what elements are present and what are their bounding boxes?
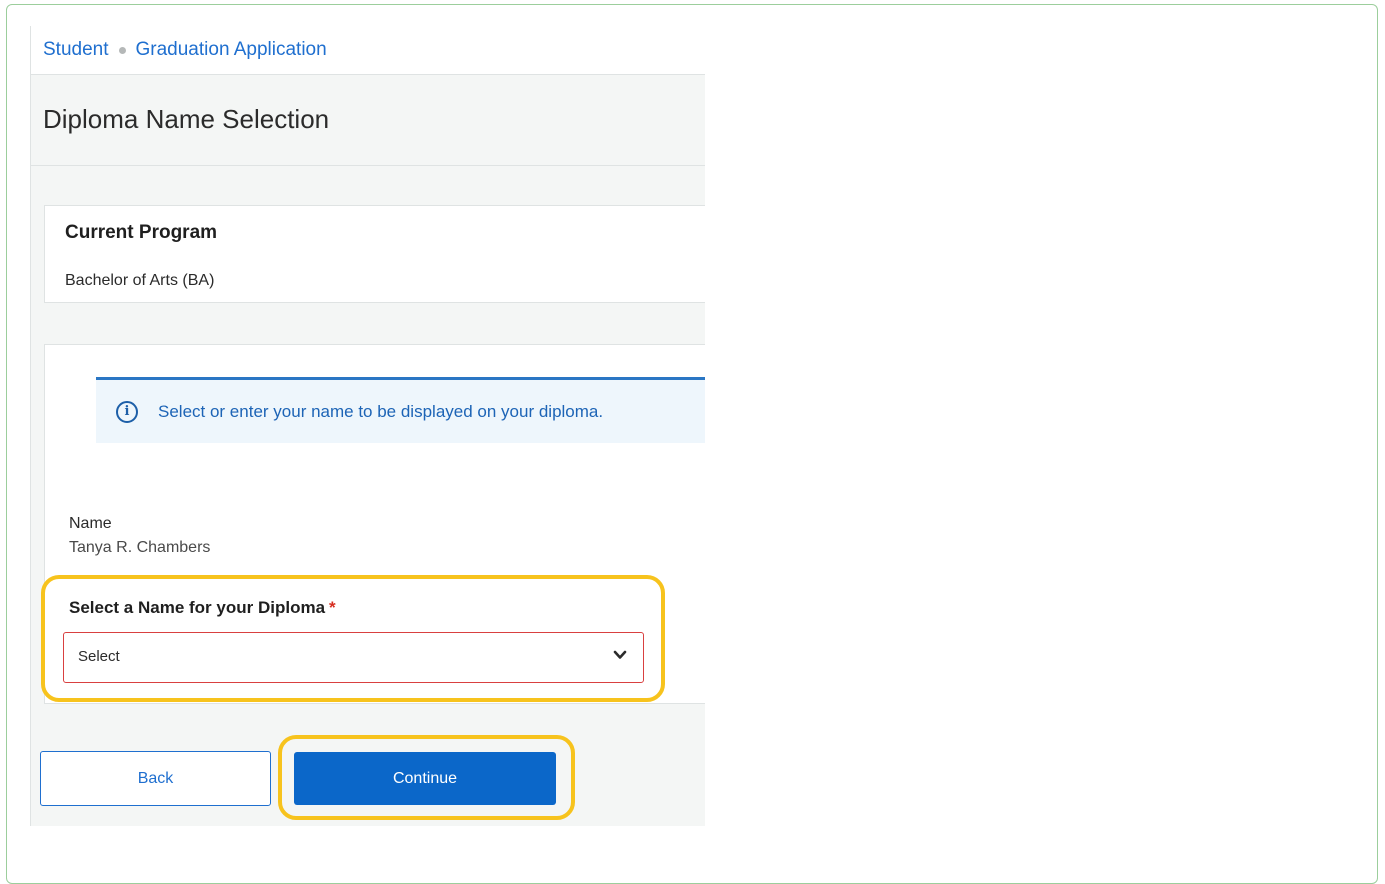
diploma-name-select-label-text: Select a Name for your Diploma — [69, 598, 326, 617]
name-label: Name — [69, 515, 112, 532]
diploma-name-select-value: Select — [78, 648, 120, 665]
info-banner-text: Select or enter your name to be displaye… — [158, 401, 604, 421]
name-value: Tanya R. Chambers — [69, 539, 211, 556]
diploma-name-select[interactable]: Select — [63, 632, 644, 683]
current-program-card: Current Program Bachelor of Arts (BA) — [44, 205, 705, 303]
breadcrumb-separator-dot — [118, 46, 126, 54]
back-button[interactable]: Back — [40, 751, 271, 806]
diploma-name-card: i Select or enter your name to be displa… — [44, 344, 705, 704]
current-program-heading: Current Program — [65, 222, 218, 243]
breadcrumb: Student Graduation Application — [31, 26, 705, 75]
application-panel: Student Graduation Application Diploma N… — [30, 26, 705, 826]
current-program-value: Bachelor of Arts (BA) — [65, 272, 215, 289]
breadcrumb-item-student[interactable]: Student — [43, 39, 109, 61]
breadcrumb-item-graduation-application[interactable]: Graduation Application — [136, 39, 327, 61]
chevron-down-icon — [613, 650, 627, 659]
page-title: Diploma Name Selection — [43, 104, 330, 134]
required-marker: * — [329, 598, 336, 617]
info-banner: i Select or enter your name to be displa… — [96, 377, 705, 443]
diploma-name-select-label: Select a Name for your Diploma * — [69, 598, 336, 618]
title-divider — [31, 165, 705, 166]
info-icon: i — [116, 400, 138, 423]
continue-button[interactable]: Continue — [294, 752, 556, 805]
